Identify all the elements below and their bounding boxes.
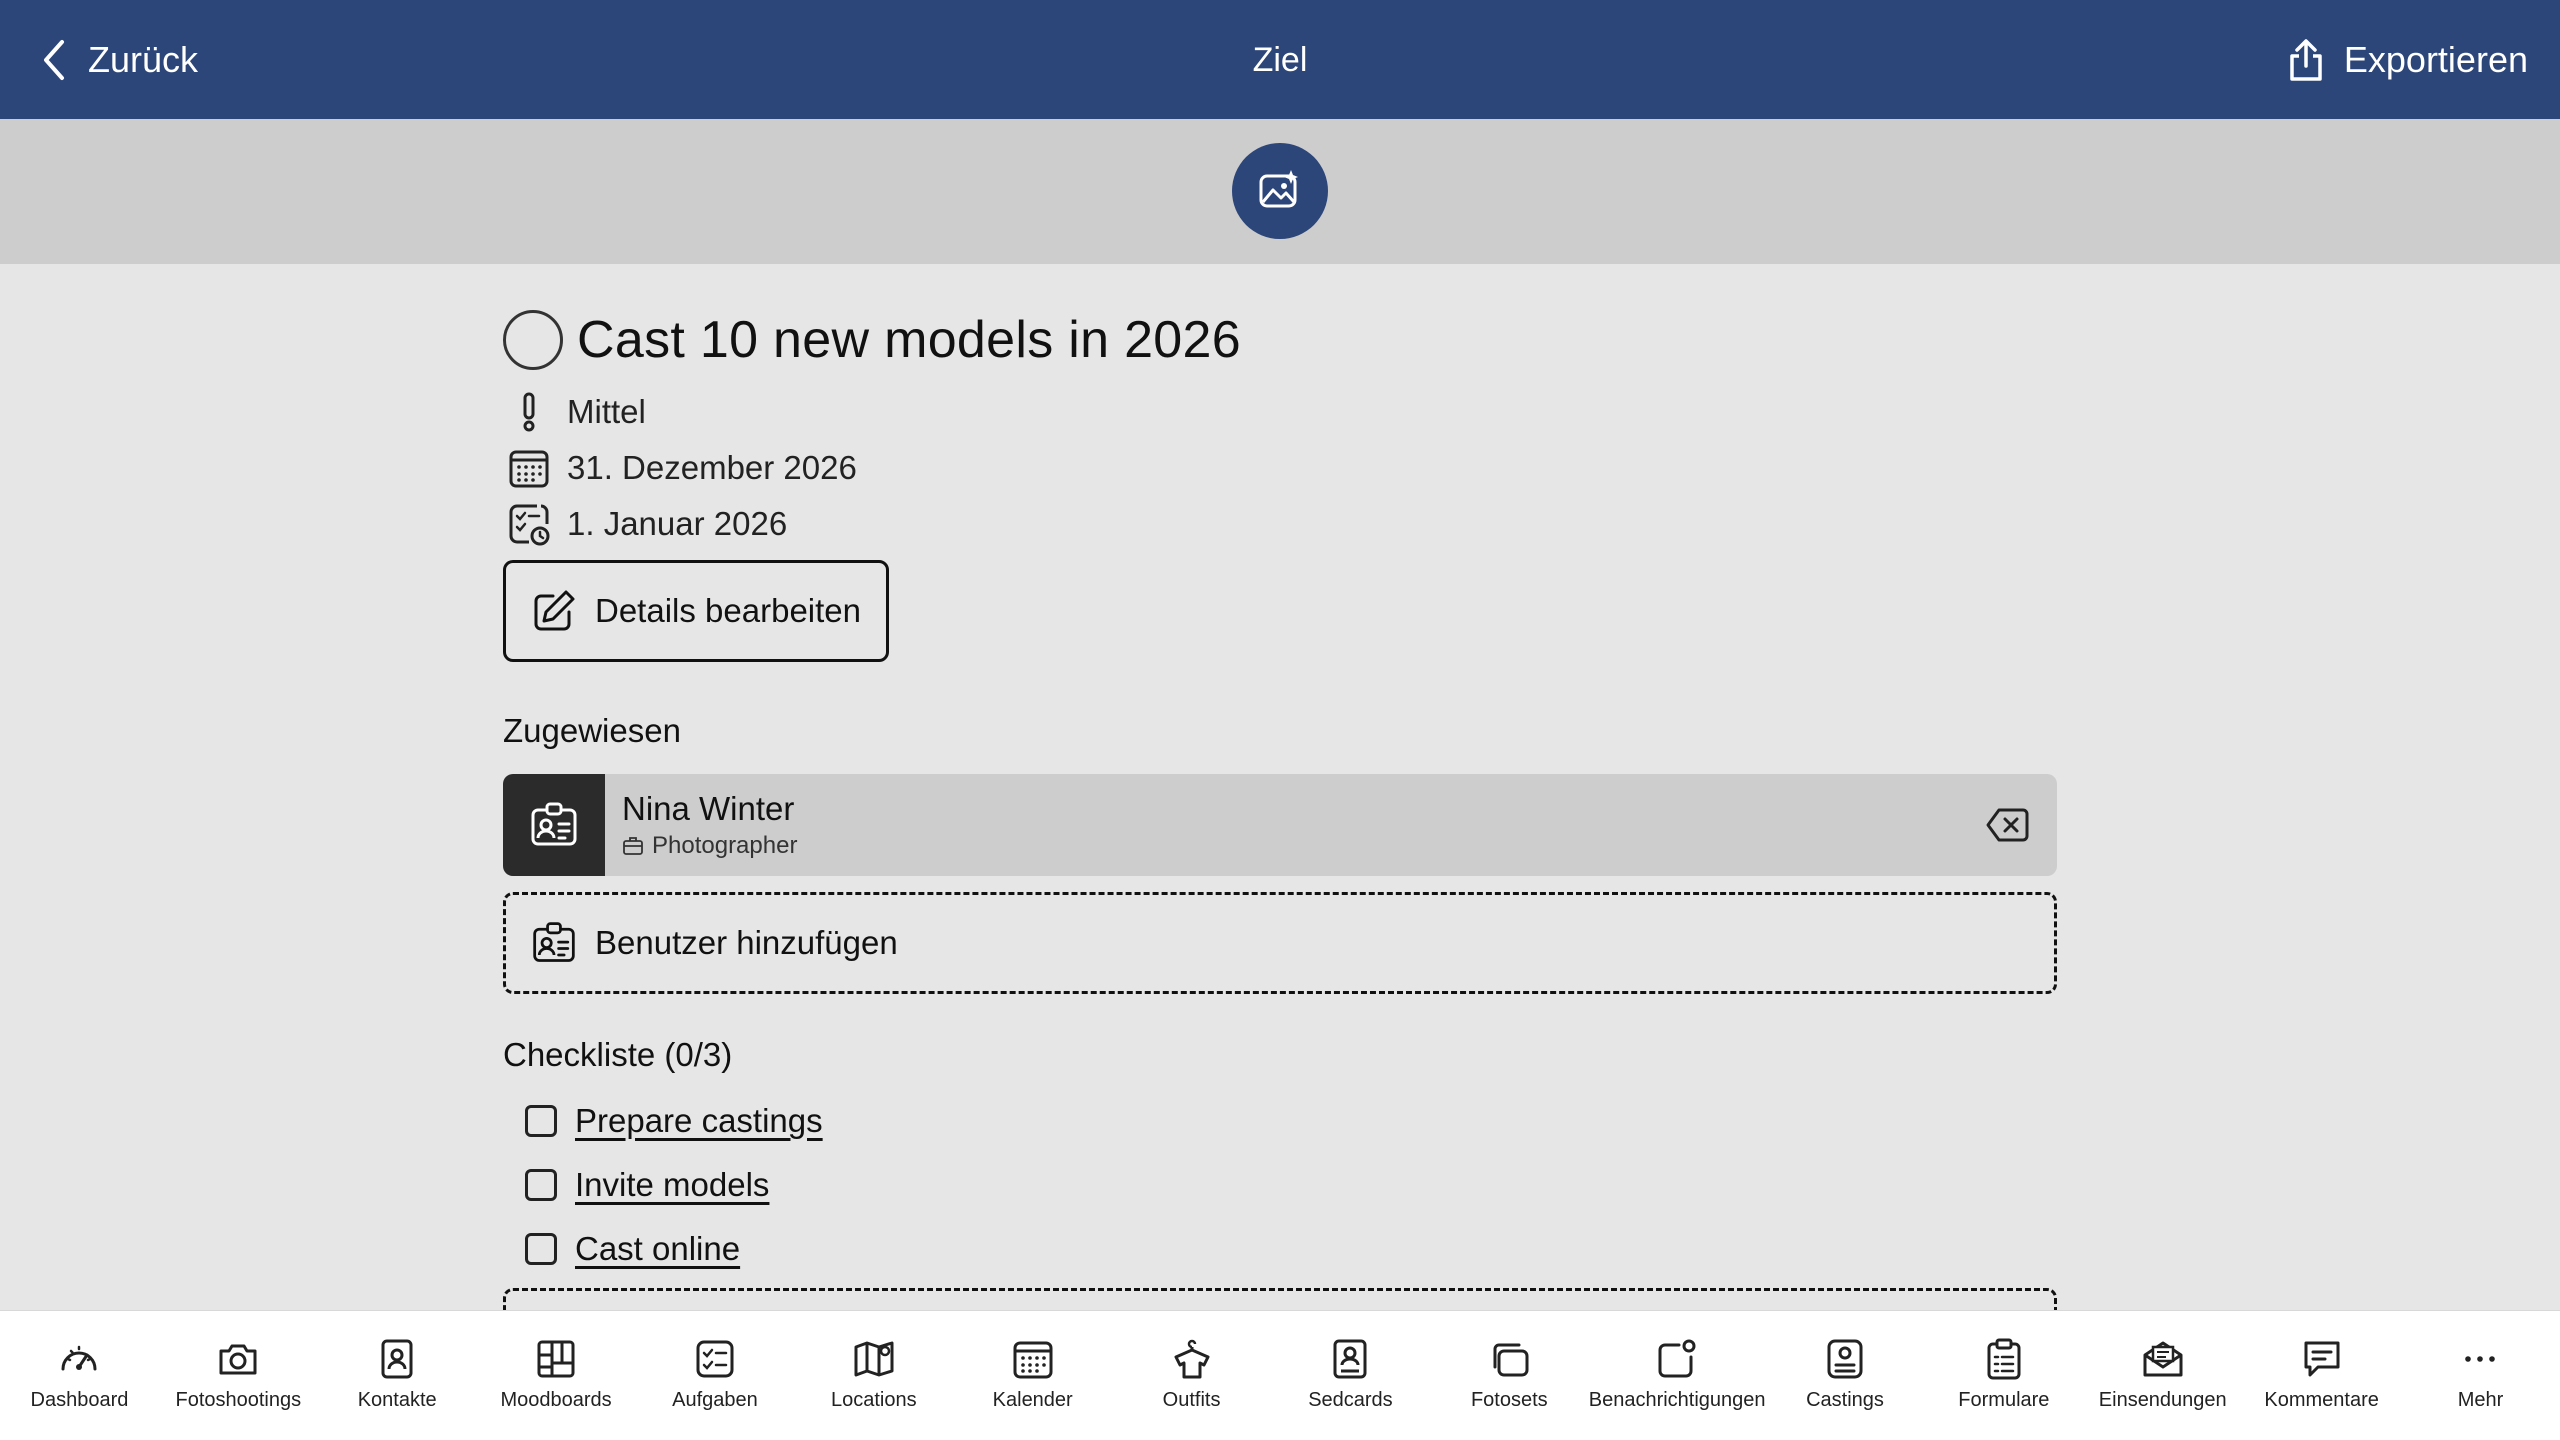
contact-icon (381, 1339, 413, 1379)
tab-outfits[interactable]: Outfits (1112, 1311, 1271, 1440)
remove-user-icon[interactable] (1985, 806, 2029, 844)
tab-dashboard[interactable]: Dashboard (0, 1311, 159, 1440)
tab-label: Sedcards (1308, 1389, 1393, 1411)
edit-icon (534, 590, 575, 631)
goal-header: Cast 10 new models in 2026 (503, 310, 1241, 370)
tab-label: Castings (1806, 1389, 1884, 1411)
tab-label: Fotosets (1470, 1389, 1548, 1411)
camera-icon (219, 1344, 257, 1375)
tab-kalender[interactable]: Kalender (953, 1311, 1112, 1440)
image-banner (0, 119, 2560, 264)
share-icon (2290, 39, 2322, 81)
checklist-checkbox[interactable] (525, 1233, 557, 1265)
add-user-button[interactable]: Benutzer hinzufügen (503, 892, 2057, 994)
goal-complete-toggle[interactable] (503, 310, 563, 370)
tab-label: Outfits (1162, 1389, 1221, 1411)
tab-label: Fotoshootings (175, 1389, 302, 1411)
comment-icon (2304, 1341, 2340, 1377)
bottom-tab-bar: Dashboard Fotoshootings Kontakte Moodboa… (0, 1310, 2560, 1440)
tasks-icon (696, 1340, 734, 1378)
checklist-checkbox[interactable] (525, 1105, 557, 1137)
assigned-user-name: Nina Winter (622, 790, 795, 827)
tab-formulare[interactable]: Formulare (1924, 1311, 2083, 1440)
photoset-icon (1493, 1343, 1529, 1377)
goal-title: Cast 10 new models in 2026 (577, 311, 1241, 369)
tab-aufgaben[interactable]: Aufgaben (636, 1311, 795, 1440)
checklist-clock-icon (509, 504, 550, 546)
tab-fotosets[interactable]: Fotosets (1430, 1311, 1589, 1440)
edit-details-label: Details bearbeiten (595, 592, 861, 629)
assigned-heading: Zugewiesen (503, 712, 681, 749)
assigned-user-role: Photographer (622, 832, 797, 860)
notification-icon (1658, 1339, 1696, 1378)
tab-einsendungen[interactable]: Einsendungen (2083, 1311, 2242, 1440)
tab-label: Kommentare (2264, 1389, 2379, 1411)
assigned-user-card[interactable]: Nina Winter Photographer (503, 774, 2057, 876)
export-label: Exportieren (2343, 39, 2528, 80)
due-date-value: 31. Dezember 2026 (567, 449, 857, 486)
checklist-item-label[interactable]: Prepare castings (575, 1102, 823, 1140)
checklist-checkbox[interactable] (525, 1169, 557, 1201)
moodboard-icon (537, 1340, 575, 1378)
tab-label: Formulare (1958, 1389, 2050, 1411)
due-date-row: 31. Dezember 2026 (507, 446, 857, 490)
sedcard-icon (1333, 1339, 1367, 1379)
submission-icon (2143, 1341, 2183, 1377)
outfit-icon (1174, 1339, 1210, 1379)
id-card-icon (533, 922, 575, 962)
casting-icon (1827, 1339, 1863, 1379)
tab-label: Kalender (992, 1389, 1073, 1411)
assigned-user-info: Nina Winter Photographer (605, 774, 797, 876)
start-date-value: 1. Januar 2026 (567, 505, 788, 542)
checklist-item-label[interactable]: Cast online (575, 1230, 740, 1268)
map-icon (854, 1341, 894, 1377)
edit-details-button[interactable]: Details bearbeiten (503, 560, 889, 662)
checklist-heading: Checkliste (0/3) (503, 1036, 733, 1073)
dashboard-icon (61, 1345, 97, 1371)
tab-moodboards[interactable]: Moodboards (477, 1311, 636, 1440)
export-button[interactable]: Exportieren (2286, 34, 2528, 86)
tab-label: Mehr (2457, 1389, 2504, 1411)
more-icon (2465, 1356, 2496, 1362)
add-image-button[interactable] (1232, 143, 1328, 239)
checklist-item[interactable]: Prepare castings (525, 1102, 823, 1140)
tab-label: Einsendungen (2098, 1389, 2227, 1411)
tab-kontakte[interactable]: Kontakte (318, 1311, 477, 1440)
exclamation-icon (523, 392, 535, 432)
checklist-item-label[interactable]: Invite models (575, 1166, 769, 1204)
tab-locations[interactable]: Locations (794, 1311, 953, 1440)
tab-kommentare[interactable]: Kommentare (2242, 1311, 2401, 1440)
checklist-item[interactable]: Invite models (525, 1166, 769, 1204)
form-icon (1987, 1338, 2021, 1380)
top-bar: Zurück Ziel Exportieren (0, 0, 2560, 119)
add-user-label: Benutzer hinzufügen (595, 924, 898, 961)
tab-label: Dashboard (30, 1389, 129, 1411)
page-title: Ziel (1252, 41, 1308, 79)
tab-mehr[interactable]: Mehr (2401, 1311, 2560, 1440)
tab-label: Locations (831, 1389, 917, 1411)
checklist-item[interactable]: Cast online (525, 1230, 740, 1268)
tab-benachrichtigungen[interactable]: Benachrichtigungen (1589, 1311, 1766, 1440)
assigned-user-role-label: Photographer (652, 832, 798, 859)
tab-label: Aufgaben (672, 1389, 758, 1411)
tab-castings[interactable]: Castings (1766, 1311, 1925, 1440)
tab-fotoshootings[interactable]: Fotoshootings (159, 1311, 318, 1440)
tab-label: Moodboards (500, 1389, 612, 1411)
tab-label: Kontakte (357, 1389, 437, 1411)
calendar-icon (509, 450, 549, 488)
tab-label: Benachrichtigungen (1588, 1389, 1766, 1411)
briefcase-icon (623, 837, 643, 855)
priority-row: Mittel (507, 390, 646, 434)
priority-value: Mittel (567, 393, 646, 430)
start-date-row: 1. Januar 2026 (507, 502, 787, 546)
tab-sedcards[interactable]: Sedcards (1271, 1311, 1430, 1440)
calendar-icon (1013, 1341, 1053, 1379)
id-card-icon (531, 802, 577, 846)
image-magic-icon (1259, 170, 1298, 208)
avatar (503, 774, 605, 876)
